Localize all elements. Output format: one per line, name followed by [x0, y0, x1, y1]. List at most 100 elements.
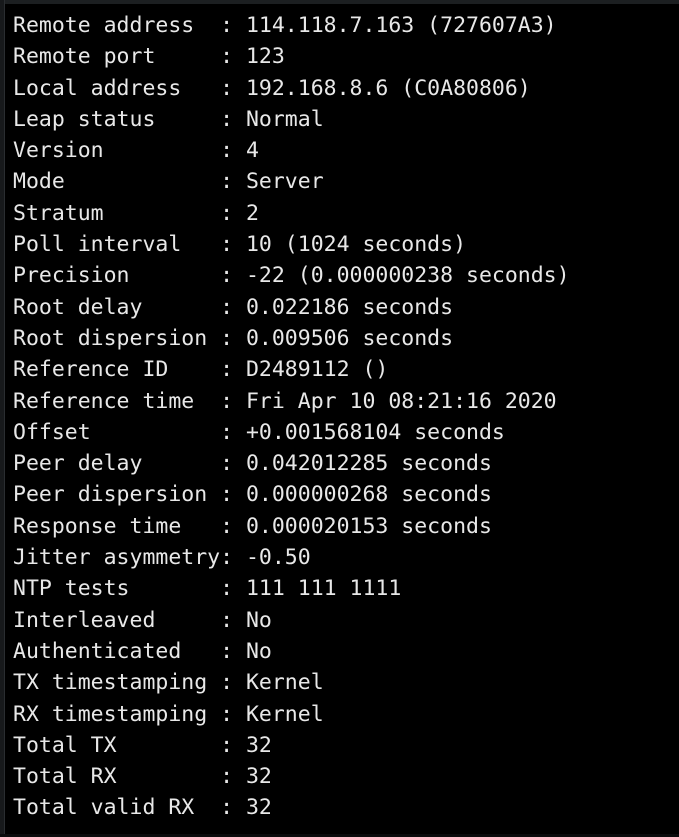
ntp-field-label: Reference ID [13, 357, 169, 383]
ntp-field-row: TX timestamping: Kernel [13, 667, 679, 698]
ntp-field-value: 32 [245, 732, 272, 758]
ntp-data-output: Remote address: 114.118.7.163 (727607A3)… [13, 10, 679, 834]
ntp-field-value: 0.042012285 seconds [245, 451, 492, 477]
ntp-field-row: Root delay: 0.022186 seconds [13, 292, 679, 323]
ntp-field-separator: : [220, 764, 246, 790]
ntp-field-label: Offset [13, 419, 91, 445]
ntp-field-row: Root dispersion: 0.009506 seconds [13, 323, 679, 354]
ntp-field-value: 111 111 1111 [245, 576, 402, 602]
ntp-field-separator: : [220, 795, 246, 821]
ntp-field-value: D2489112 () [245, 357, 389, 383]
ntp-field-row: NTP tests: 111 111 1111 [13, 573, 679, 604]
ntp-field-value: 0.000020153 seconds [245, 513, 492, 539]
ntp-field-row: Response time: 0.000020153 seconds [13, 511, 679, 542]
ntp-field-value: No [245, 607, 272, 633]
ntp-field-value: No [245, 638, 272, 664]
ntp-field-value: 2 [245, 200, 259, 226]
terminal-cursor-line [13, 824, 679, 834]
ntp-field-label: NTP tests [13, 576, 130, 602]
ntp-field-separator: : [220, 325, 246, 351]
ntp-field-value: Kernel [245, 670, 324, 696]
ntp-field-label: Leap status [13, 106, 156, 132]
ntp-field-separator: : [220, 263, 246, 289]
ntp-field-label: Total RX [13, 764, 117, 790]
ntp-field-value: Normal [245, 106, 324, 132]
ntp-field-separator: : [220, 513, 246, 539]
ntp-field-separator: : [220, 13, 246, 38]
ntp-field-row: Authenticated: No [13, 636, 679, 667]
ntp-field-separator: : [220, 75, 246, 101]
ntp-field-value: Fri Apr 10 08:21:16 2020 [245, 388, 557, 414]
ntp-field-label: TX timestamping [13, 670, 208, 696]
ntp-field-value: 32 [245, 795, 272, 821]
ntp-field-label: Total TX [13, 732, 117, 758]
ntp-field-value: 4 [245, 138, 259, 164]
ntp-field-label: Local address [13, 75, 182, 101]
ntp-field-value: 114.118.7.163 (727607A3) [245, 13, 557, 38]
ntp-field-value: -0.50 [245, 545, 311, 571]
ntp-field-row: Total TX: 32 [13, 730, 679, 761]
ntp-field-separator: : [220, 732, 246, 758]
ntp-field-label: Stratum [13, 200, 104, 226]
ntp-field-value: 10 (1024 seconds) [245, 232, 467, 258]
ntp-field-separator: : [220, 607, 246, 633]
ntp-field-value: 0.022186 seconds [245, 294, 454, 320]
ntp-field-separator: : [220, 482, 246, 508]
ntp-field-row: RX timestamping: Kernel [13, 699, 679, 730]
ntp-field-label: Peer dispersion [13, 482, 208, 508]
ntp-field-row: Remote address: 114.118.7.163 (727607A3) [13, 10, 679, 41]
ntp-field-separator: : [220, 232, 246, 258]
ntp-field-separator: : [220, 357, 246, 383]
ntp-field-row: Interleaved: No [13, 605, 679, 636]
ntp-field-value: 32 [245, 764, 272, 790]
ntp-field-separator: : [220, 294, 246, 320]
ntp-field-separator: : [220, 169, 246, 195]
ntp-field-label: Reference time [13, 388, 195, 414]
ntp-field-label: Mode [13, 169, 65, 195]
ntp-field-label: Precision [13, 263, 130, 289]
ntp-field-separator: : [220, 638, 246, 664]
ntp-field-separator: : [220, 388, 246, 414]
ntp-field-separator: : [220, 701, 246, 727]
ntp-field-label: Authenticated [13, 638, 182, 664]
terminal-screen[interactable]: Remote address: 114.118.7.163 (727607A3)… [5, 4, 679, 834]
ntp-field-label: Poll interval [13, 232, 182, 258]
ntp-field-separator: : [220, 451, 246, 477]
ntp-field-separator: : [220, 44, 246, 70]
ntp-field-row: Offset: +0.001568104 seconds [13, 417, 679, 448]
ntp-field-separator: : [220, 576, 246, 602]
ntp-field-row: Remote port: 123 [13, 41, 679, 72]
ntp-field-value: Kernel [245, 701, 324, 727]
ntp-field-row: Stratum: 2 [13, 198, 679, 229]
ntp-field-label: Interleaved [13, 607, 156, 633]
ntp-field-value: 192.168.8.6 (C0A80806) [245, 75, 531, 101]
ntp-field-row: Total valid RX: 32 [13, 792, 679, 823]
ntp-field-label: Peer delay [13, 451, 143, 477]
ntp-field-label: Version [13, 138, 104, 164]
ntp-field-label: Total valid RX [13, 795, 195, 821]
ntp-field-row: Total RX: 32 [13, 761, 679, 792]
ntp-field-row: Leap status: Normal [13, 104, 679, 135]
ntp-field-row: Version: 4 [13, 135, 679, 166]
ntp-field-separator: : [220, 670, 246, 696]
ntp-field-row: Mode: Server [13, 166, 679, 197]
ntp-field-label: Response time [13, 513, 182, 539]
ntp-field-row: Peer delay: 0.042012285 seconds [13, 448, 679, 479]
ntp-field-label: Remote port [13, 44, 156, 70]
ntp-field-row: Reference ID: D2489112 () [13, 354, 679, 385]
ntp-field-label: Root dispersion [13, 325, 208, 351]
ntp-field-label: Remote address [13, 13, 195, 38]
ntp-field-separator: : [220, 106, 246, 132]
ntp-field-value: 0.000000268 seconds [245, 482, 492, 508]
ntp-field-row: Peer dispersion: 0.000000268 seconds [13, 479, 679, 510]
ntp-field-value: -22 (0.000000238 seconds) [245, 263, 570, 289]
terminal-window[interactable]: Remote address: 114.118.7.163 (727607A3)… [0, 0, 679, 837]
ntp-field-row: Precision: -22 (0.000000238 seconds) [13, 260, 679, 291]
ntp-field-value: 123 [245, 44, 285, 70]
ntp-field-row: Reference time: Fri Apr 10 08:21:16 2020 [13, 386, 679, 417]
ntp-field-row: Jitter asymmetry: -0.50 [13, 542, 679, 573]
ntp-field-row: Poll interval: 10 (1024 seconds) [13, 229, 679, 260]
ntp-field-value: Server [245, 169, 324, 195]
ntp-field-separator: : [220, 200, 246, 226]
ntp-field-label: Jitter asymmetry [13, 545, 221, 571]
